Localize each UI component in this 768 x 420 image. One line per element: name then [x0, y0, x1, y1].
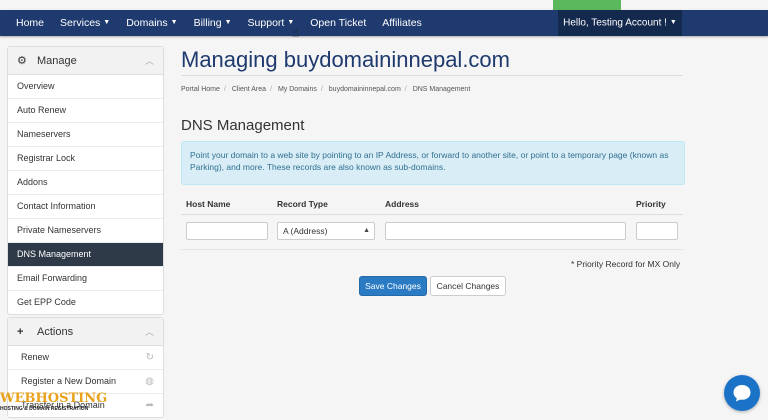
caret-down-icon: ▼	[224, 19, 232, 27]
page-title: Managing buydomaininnepal.com	[181, 47, 510, 72]
caret-down-icon: ▼	[103, 19, 111, 27]
breadcrumb-domain[interactable]: buydomaininnepal.com	[329, 86, 401, 93]
action-renew[interactable]: Renew ↻	[8, 346, 163, 370]
sidebar-item-private-nameservers[interactable]: Private Nameservers	[8, 219, 163, 243]
sidebar-item-contact-information[interactable]: Contact Information	[8, 195, 163, 219]
chevron-up-icon[interactable]: ︿	[145, 54, 154, 67]
action-label: Renew	[21, 352, 50, 362]
mouse-cursor-icon: ☝	[292, 26, 300, 40]
breadcrumb-current: DNS Management	[412, 86, 471, 93]
table-header-divider	[181, 214, 683, 215]
title-divider	[181, 75, 683, 76]
sidebar-item-nameservers[interactable]: Nameservers	[8, 123, 163, 147]
top-accent-bar	[553, 0, 621, 10]
chat-bubble-icon	[733, 385, 751, 402]
action-label: Register a New Domain	[21, 376, 117, 386]
priority-note: * Priority Record for MX Only	[571, 259, 681, 269]
actions-panel-title: Actions	[37, 325, 74, 338]
address-input[interactable]	[385, 222, 626, 240]
actions-panel-header[interactable]: + Actions ︿	[8, 318, 163, 346]
webhosting-logo: WEBHOSTING HOSTING & DOMAIN REGISTRATION	[0, 392, 110, 416]
manage-panel: ⚙ Manage ︿ Overview Auto Renew Nameserve…	[7, 46, 164, 315]
breadcrumb-separator: /	[404, 86, 407, 93]
sidebar-item-registrar-lock[interactable]: Registrar Lock	[8, 147, 163, 171]
save-changes-button[interactable]: Save Changes	[359, 276, 427, 296]
select-arrows-icon: ▲	[363, 227, 370, 234]
breadcrumb-separator: /	[270, 86, 273, 93]
nav-open-ticket[interactable]: Open Ticket	[302, 10, 374, 36]
breadcrumb-client-area[interactable]: Client Area	[232, 86, 266, 93]
breadcrumb-separator: /	[320, 86, 323, 93]
sidebar-item-get-epp-code[interactable]: Get EPP Code	[8, 291, 163, 314]
header-host-name: Host Name	[186, 199, 231, 209]
plus-icon: +	[17, 325, 24, 338]
header-priority: Priority	[636, 199, 666, 209]
table-row-divider	[181, 249, 683, 250]
record-type-value: A (Address)	[283, 226, 328, 236]
manage-panel-title: Manage	[37, 54, 77, 67]
breadcrumb: Portal Home / Client Area / My Domains / bu…	[181, 86, 470, 93]
cancel-changes-button[interactable]: Cancel Changes	[430, 276, 506, 296]
sidebar-item-overview[interactable]: Overview	[8, 75, 163, 99]
nav-domains[interactable]: Domains ▼	[118, 10, 185, 36]
host-name-input[interactable]	[186, 222, 268, 240]
caret-down-icon: ▼	[170, 19, 178, 27]
main-nav: Home Services ▼ Domains ▼ Billing ▼ Support…	[8, 10, 430, 36]
record-type-select[interactable]: A (Address) ▲	[277, 222, 375, 240]
account-menu[interactable]: Hello, Testing Account ! ▼	[558, 10, 682, 36]
header-record-type: Record Type	[277, 199, 328, 209]
breadcrumb-my-domains[interactable]: My Domains	[278, 86, 317, 93]
gear-icon: ⚙	[17, 55, 27, 67]
info-alert: Point your domain to a web site by point…	[181, 141, 685, 185]
share-icon: ➦	[145, 400, 154, 411]
globe-icon: ◍	[145, 376, 154, 387]
logo-tagline: HOSTING & DOMAIN REGISTRATION	[0, 406, 89, 412]
breadcrumb-separator: /	[223, 86, 226, 93]
logo-text: WEBHOSTING	[0, 391, 108, 406]
priority-input[interactable]	[636, 222, 678, 240]
sidebar-item-auto-renew[interactable]: Auto Renew	[8, 99, 163, 123]
nav-affiliates[interactable]: Affiliates	[374, 10, 430, 36]
top-navbar: Home Services ▼ Domains ▼ Billing ▼ Support…	[0, 10, 768, 36]
section-title: DNS Management	[181, 117, 305, 134]
header-address: Address	[385, 199, 420, 209]
nav-services[interactable]: Services ▼	[52, 10, 118, 36]
sidebar-item-dns-management[interactable]: DNS Management	[8, 243, 163, 267]
caret-down-icon: ▼	[669, 19, 677, 26]
breadcrumb-portal-home[interactable]: Portal Home	[181, 86, 220, 93]
chevron-up-icon[interactable]: ︿	[145, 325, 154, 338]
nav-home[interactable]: Home	[8, 10, 52, 36]
refresh-icon: ↻	[145, 352, 154, 363]
nav-billing[interactable]: Billing ▼	[186, 10, 240, 36]
chat-widget-button[interactable]	[724, 375, 760, 411]
manage-panel-header[interactable]: ⚙ Manage ︿	[8, 47, 163, 75]
sidebar-item-email-forwarding[interactable]: Email Forwarding	[8, 267, 163, 291]
sidebar-item-addons[interactable]: Addons	[8, 171, 163, 195]
